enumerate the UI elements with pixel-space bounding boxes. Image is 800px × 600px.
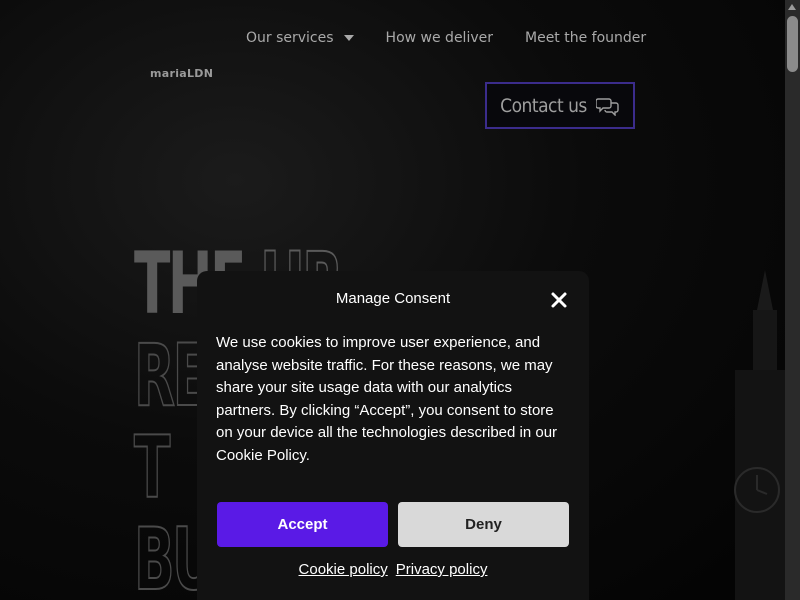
cookie-policy-link[interactable]: Cookie policy — [299, 561, 388, 578]
consent-title: Manage Consent — [335, 290, 451, 307]
consent-message: We use cookies to improve user experienc… — [216, 334, 558, 464]
contact-us-button[interactable]: Contact us — [485, 82, 635, 129]
nav-item-label: How we deliver — [385, 30, 493, 46]
privacy-policy-link[interactable]: Privacy policy — [396, 561, 488, 578]
accept-button[interactable]: Accept — [217, 502, 388, 547]
contact-us-label: Contact us — [500, 94, 587, 117]
close-icon[interactable] — [549, 290, 569, 310]
scroll-up-arrow-icon[interactable] — [788, 4, 796, 10]
page-scrollbar[interactable] — [785, 0, 800, 600]
nav-item-meet-the-founder[interactable]: Meet the founder — [525, 30, 646, 46]
nav-item-how-we-deliver[interactable]: How we deliver — [386, 30, 493, 46]
nav-item-label: Meet the founder — [525, 30, 647, 46]
scrollbar-thumb[interactable] — [787, 16, 798, 72]
nav-item-our-services[interactable]: Our services — [246, 30, 354, 46]
deny-button[interactable]: Deny — [398, 502, 569, 547]
consent-dialog: Manage Consent We use cookies to improve… — [197, 271, 589, 600]
nav-item-label: Our services — [246, 30, 334, 46]
chat-bubbles-icon — [595, 97, 619, 116]
caret-down-icon — [343, 35, 354, 41]
main-navigation: Our services How we deliver Meet the fou… — [246, 30, 678, 46]
consent-links: Cookie policy Privacy policy — [197, 561, 589, 578]
clock-tower-silhouette — [734, 270, 785, 600]
site-logo[interactable]: mariaLDN — [150, 67, 213, 80]
